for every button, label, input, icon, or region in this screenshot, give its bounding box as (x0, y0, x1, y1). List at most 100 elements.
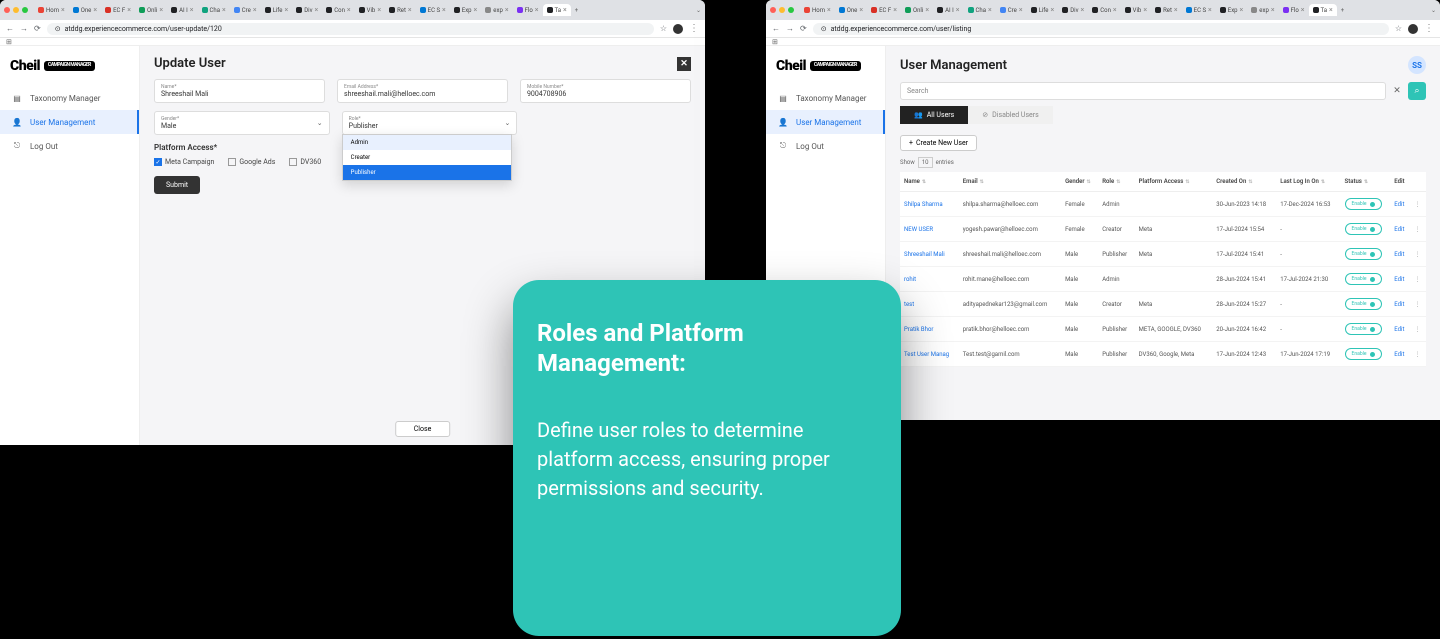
enable-toggle[interactable]: Enable (1345, 323, 1382, 335)
user-name-link[interactable]: Pratik Bhor (904, 326, 933, 333)
profile-icon[interactable] (673, 24, 683, 34)
row-more-icon[interactable]: ⋮ (1414, 301, 1420, 308)
search-input[interactable]: Search (900, 82, 1386, 100)
browser-tab[interactable]: Life× (1027, 4, 1059, 16)
browser-tab[interactable]: Onli× (901, 4, 933, 16)
mobile-field[interactable]: Mobile Number*9004708906 (520, 79, 691, 103)
tab-close-icon[interactable]: × (1271, 6, 1275, 14)
tab-close-icon[interactable]: × (988, 6, 992, 14)
enable-toggle[interactable]: Enable (1345, 273, 1382, 285)
tab-all-users[interactable]: 👥All Users (900, 106, 968, 124)
tab-close-icon[interactable]: × (827, 6, 831, 14)
browser-tab[interactable]: Exp× (1216, 4, 1248, 16)
forward-icon[interactable]: → (20, 24, 28, 33)
min-dot-icon[interactable] (779, 7, 785, 13)
browser-tab[interactable]: Life× (261, 4, 293, 16)
user-name-link[interactable]: test (904, 301, 914, 308)
browser-tab[interactable]: exp× (1247, 4, 1278, 16)
tab-dropdown-icon[interactable]: ⌄ (696, 7, 701, 14)
url-bar[interactable]: ⊙ atddg.experiencecommerce.com/user-upda… (47, 23, 654, 35)
enable-toggle[interactable]: Enable (1345, 198, 1382, 210)
browser-tab[interactable]: Ta× (543, 4, 571, 16)
tab-close-icon[interactable]: × (1050, 6, 1054, 14)
checkbox-meta[interactable]: ✓Meta Campaign (154, 158, 214, 166)
browser-tab[interactable]: EC S× (1182, 4, 1216, 16)
more-icon[interactable]: ⋮ (689, 23, 699, 34)
tab-close-icon[interactable]: × (190, 6, 194, 14)
col-lastlog[interactable]: Last Log In On⇅ (1276, 172, 1340, 192)
browser-tab[interactable]: Ta× (1309, 4, 1337, 16)
browser-tab[interactable]: Cre× (996, 4, 1027, 16)
sidebar-item-taxonomy[interactable]: ▤Taxonomy Manager (0, 86, 139, 110)
enable-toggle[interactable]: Enable (1345, 348, 1382, 360)
browser-tab[interactable]: Cha× (964, 4, 996, 16)
sidebar-item-users[interactable]: 👤User Management (0, 110, 139, 134)
site-info-icon[interactable]: ⊙ (55, 25, 61, 33)
col-role[interactable]: Role⇅ (1098, 172, 1134, 192)
entries-select[interactable]: 10 (918, 157, 933, 168)
reload-icon[interactable]: ⟳ (800, 24, 807, 33)
tab-close-icon[interactable]: × (253, 6, 257, 14)
browser-tab[interactable]: Cha× (198, 4, 230, 16)
new-tab-button[interactable]: + (1337, 7, 1348, 14)
tab-close-icon[interactable]: × (61, 6, 65, 14)
tab-close-icon[interactable]: × (159, 6, 163, 14)
apps-icon[interactable]: ⊞ (772, 38, 778, 46)
tab-close-icon[interactable]: × (284, 6, 288, 14)
reload-icon[interactable]: ⟳ (34, 24, 41, 33)
row-more-icon[interactable]: ⋮ (1414, 226, 1420, 233)
profile-icon[interactable] (1408, 24, 1418, 34)
role-option-creator[interactable]: Creater (343, 150, 511, 165)
email-field[interactable]: Email Address*shreeshail.mali@helloec.co… (337, 79, 508, 103)
tab-close-icon[interactable]: × (1301, 6, 1305, 14)
browser-tab[interactable]: Exp× (450, 4, 482, 16)
browser-tab[interactable]: EC S× (416, 4, 450, 16)
tab-close-icon[interactable]: × (1174, 6, 1178, 14)
browser-tab[interactable]: exp× (481, 4, 512, 16)
star-icon[interactable]: ☆ (660, 24, 667, 33)
role-option-admin[interactable]: Admin (343, 135, 511, 150)
new-tab-button[interactable]: + (571, 7, 582, 14)
submit-button[interactable]: Submit (154, 176, 200, 194)
enable-toggle[interactable]: Enable (1345, 298, 1382, 310)
url-bar[interactable]: ⊙ atddg.experiencecommerce.com/user/list… (813, 23, 1389, 35)
clear-search-button[interactable]: ✕ (1390, 82, 1404, 100)
browser-tab[interactable]: Hom× (800, 4, 835, 16)
edit-link[interactable]: Edit (1394, 251, 1404, 258)
tab-close-icon[interactable]: × (535, 6, 539, 14)
browser-tab[interactable]: Vib× (1121, 4, 1151, 16)
create-user-button[interactable]: +Create New User (900, 135, 977, 151)
tab-close-icon[interactable]: × (505, 6, 509, 14)
tab-close-icon[interactable]: × (893, 6, 897, 14)
enable-toggle[interactable]: Enable (1345, 248, 1382, 260)
tab-close-icon[interactable]: × (1240, 6, 1244, 14)
row-more-icon[interactable]: ⋮ (1414, 251, 1420, 258)
user-name-link[interactable]: Shilpa Sharma (904, 201, 943, 208)
user-name-link[interactable]: Shreeshail Mali (904, 251, 945, 258)
col-created[interactable]: Created On⇅ (1212, 172, 1276, 192)
browser-tab[interactable]: One× (69, 4, 101, 16)
edit-link[interactable]: Edit (1394, 226, 1404, 233)
apps-icon[interactable]: ⊞ (6, 38, 12, 46)
col-email[interactable]: Email⇅ (959, 172, 1061, 192)
browser-tab[interactable]: Vib× (355, 4, 385, 16)
tab-close-icon[interactable]: × (93, 6, 97, 14)
browser-tab[interactable]: Div× (292, 4, 322, 16)
browser-tab[interactable]: Cre× (230, 4, 261, 16)
sidebar-item-taxonomy[interactable]: ▤Taxonomy Manager (766, 86, 885, 110)
row-more-icon[interactable]: ⋮ (1414, 351, 1420, 358)
more-icon[interactable]: ⋮ (1424, 23, 1434, 34)
tab-close-icon[interactable]: × (563, 6, 567, 14)
name-field[interactable]: Name*Shreeshail Mali (154, 79, 325, 103)
col-status[interactable]: Status⇅ (1341, 172, 1391, 192)
user-name-link[interactable]: Test User Manag (904, 351, 949, 358)
sidebar-item-logout[interactable]: ⎋Log Out (0, 134, 139, 158)
avatar[interactable]: SS (1408, 56, 1426, 74)
edit-link[interactable]: Edit (1394, 201, 1404, 208)
browser-tab[interactable]: AI I× (167, 4, 197, 16)
checkbox-dv360[interactable]: DV360 (289, 158, 321, 166)
browser-tab[interactable]: Con× (322, 4, 354, 16)
row-more-icon[interactable]: ⋮ (1414, 276, 1420, 283)
tab-close-icon[interactable]: × (442, 6, 446, 14)
browser-tab[interactable]: Hom× (34, 4, 69, 16)
